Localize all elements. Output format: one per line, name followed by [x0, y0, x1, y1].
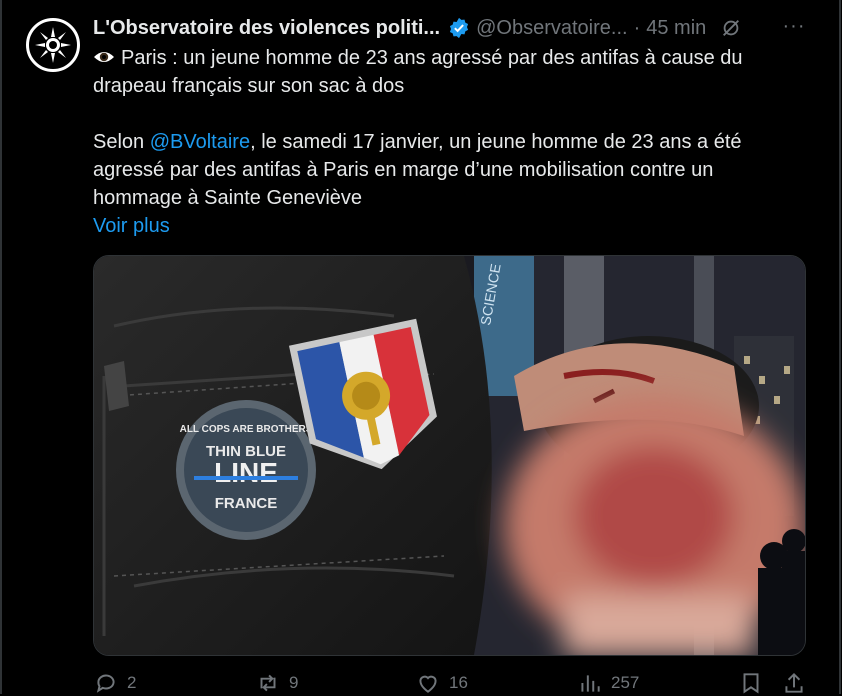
- separator-dot: ·: [633, 16, 641, 39]
- tweet-photo[interactable]: SCIENCE ALL COPS ARE BROTHERS THIN BLUE …: [93, 255, 806, 656]
- more-options-button[interactable]: ···: [782, 14, 806, 38]
- share-button[interactable]: [781, 672, 815, 694]
- heart-icon: [419, 675, 437, 693]
- text-line-1: Paris : un jeune homme de 23 ans agressé…: [121, 47, 743, 69]
- views-chart-icon: [581, 675, 600, 692]
- bookmark-button[interactable]: [738, 672, 772, 694]
- tweet-line: Paris : un jeune homme de 23 ans agressé…: [93, 44, 793, 72]
- reply-count: 2: [127, 673, 137, 692]
- text-p2-line2: agressé par des antifas à Paris en marge…: [93, 159, 714, 181]
- avatar[interactable]: [26, 18, 80, 72]
- timeline-border-right: [839, 0, 841, 694]
- text-p2-line3: hommage à Sainte Geneviève: [93, 187, 363, 209]
- patch-france-text: FRANCE: [215, 495, 278, 512]
- timeline-border-left: [0, 0, 2, 694]
- mention-link[interactable]: @BVoltaire: [150, 131, 250, 153]
- patch-line-text: LINE: [214, 457, 278, 488]
- sun-logo-icon: [34, 26, 72, 64]
- share-icon: [785, 672, 803, 693]
- photo-image: SCIENCE ALL COPS ARE BROTHERS THIN BLUE …: [94, 256, 805, 655]
- voir-plus-link[interactable]: Voir plus: [93, 212, 793, 240]
- author-name[interactable]: L'Observatoire des violences politi...: [93, 17, 440, 40]
- author-handle[interactable]: @Observatoire...: [476, 17, 627, 40]
- tweet-line: Selon @BVoltaire, le samedi 17 janvier, …: [93, 128, 793, 156]
- repost-icon: [260, 674, 276, 692]
- timestamp[interactable]: 45 min: [646, 17, 706, 40]
- verified-badge-icon: [450, 17, 469, 39]
- tweet-actions: 2 9 16 257: [93, 672, 813, 694]
- reply-button[interactable]: 2: [93, 672, 136, 694]
- grok-icon[interactable]: [720, 17, 742, 39]
- repost-count: 9: [289, 673, 299, 692]
- like-button[interactable]: 16: [415, 672, 468, 694]
- text-line-2: drapeau français sur son sac à dos: [93, 75, 405, 97]
- tweet-header: L'Observatoire des violences politi... @…: [93, 14, 784, 42]
- repost-button[interactable]: 9: [255, 672, 298, 694]
- like-count: 16: [449, 673, 468, 692]
- views-button[interactable]: 257: [577, 672, 639, 694]
- text-prefix: Selon: [93, 131, 150, 153]
- reply-icon: [96, 674, 115, 693]
- bookmark-icon: [743, 673, 759, 694]
- text-p2-rest: , le samedi 17 janvier, un jeune homme d…: [250, 131, 742, 153]
- views-count: 257: [611, 673, 640, 692]
- patch-top-text: ALL COPS ARE BROTHERS: [180, 424, 313, 435]
- eye-icon: [93, 46, 115, 64]
- tweet-text: Paris : un jeune homme de 23 ans agressé…: [93, 44, 793, 240]
